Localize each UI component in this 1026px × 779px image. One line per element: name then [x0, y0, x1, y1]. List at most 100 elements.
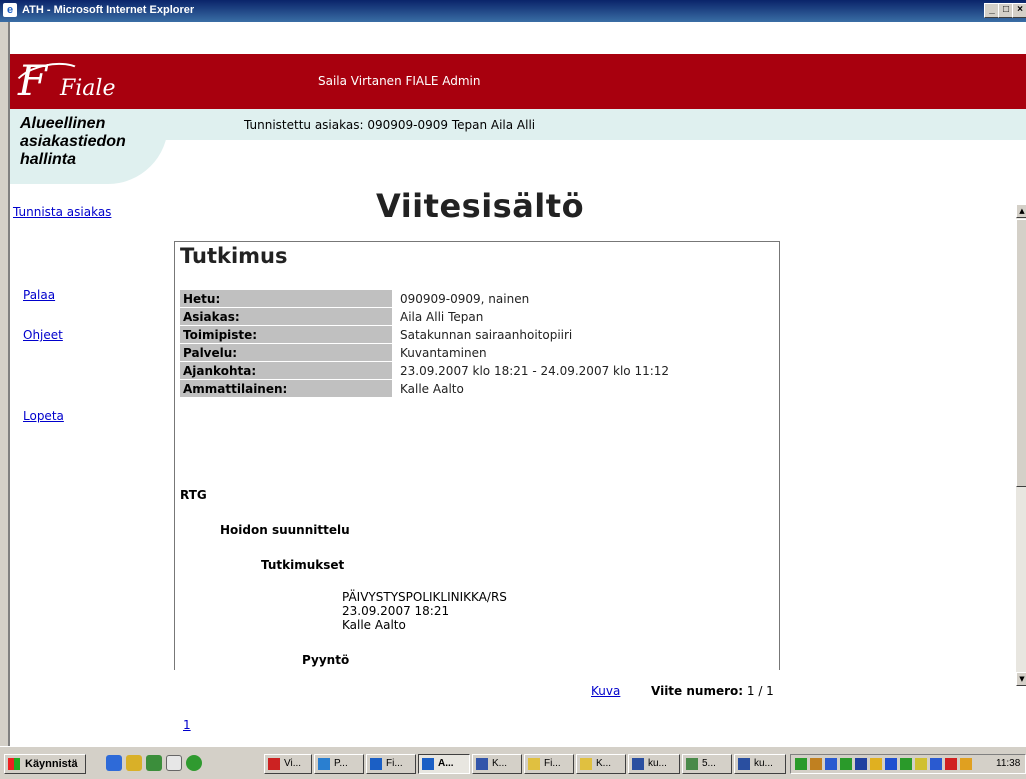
tray-icon[interactable] — [870, 758, 882, 770]
tray-icon[interactable] — [930, 758, 942, 770]
report-info-table: Hetu: 090909-0909, nainen Asiakas: Aila Al… — [180, 290, 672, 398]
info-value: Kuvantaminen — [400, 345, 487, 360]
table-row: Palvelu: Kuvantaminen — [180, 343, 672, 362]
app-icon — [268, 758, 280, 770]
start-label: Käynnistä — [25, 758, 78, 770]
scroll-down-arrow-icon[interactable]: ▼ — [1016, 672, 1026, 686]
identify-customer-link[interactable]: Tunnista asiakas — [13, 205, 111, 219]
help-link[interactable]: Ohjeet — [23, 328, 63, 342]
task-label: P... — [334, 758, 348, 769]
info-value: 23.09.2007 klo 18:21 - 24.09.2007 klo 11… — [400, 363, 670, 378]
tray-icon[interactable] — [885, 758, 897, 770]
entry-author: Kalle Aalto — [342, 618, 406, 632]
word-icon — [738, 758, 750, 770]
task-button[interactable]: P... — [314, 754, 364, 774]
info-label: Ajankohta: — [180, 361, 392, 380]
region-line-3: hallinta — [20, 151, 77, 168]
tray-icon[interactable] — [825, 758, 837, 770]
task-button[interactable]: Vi... — [264, 754, 312, 774]
task-button[interactable]: ku... — [628, 754, 680, 774]
task-button[interactable]: Fi... — [524, 754, 574, 774]
quit-link[interactable]: Lopeta — [23, 409, 64, 423]
header-banner: F Fiale Saila Virtanen FIALE Admin — [10, 54, 1026, 110]
info-value: Aila Alli Tepan — [400, 309, 484, 324]
table-row: Asiakas: Aila Alli Tepan — [180, 307, 672, 326]
scroll-thumb[interactable] — [1016, 219, 1026, 487]
folder-icon — [528, 758, 540, 770]
folder-icon — [580, 758, 592, 770]
reference-value: 1 / 1 — [746, 684, 774, 698]
media-quicklaunch-icon[interactable] — [166, 755, 182, 771]
report-title: Tutkimus — [180, 244, 288, 268]
task-button[interactable]: Fi... — [366, 754, 416, 774]
request-heading: Pyyntö — [302, 653, 350, 667]
tray-icon[interactable] — [810, 758, 822, 770]
app-icon — [686, 758, 698, 770]
app-icon — [318, 758, 330, 770]
info-value: Satakunnan sairaanhoitopiiri — [400, 327, 573, 342]
entry-datetime: 23.09.2007 18:21 — [342, 604, 450, 618]
page-content: F Fiale Saila Virtanen FIALE Admin Tunni… — [8, 22, 1026, 746]
image-link[interactable]: Kuva — [591, 684, 620, 698]
task-label: Fi... — [386, 758, 403, 769]
reference-label: Viite numero: — [651, 684, 744, 698]
calendar-quicklaunch-icon[interactable] — [146, 755, 162, 771]
logo-initial: F — [18, 56, 48, 105]
task-button[interactable]: K... — [576, 754, 626, 774]
app-icon — [476, 758, 488, 770]
task-label: K... — [492, 758, 508, 769]
task-label: K... — [596, 758, 612, 769]
examinations-heading: Tutkimukset — [261, 558, 345, 572]
task-button-active[interactable]: A... — [418, 754, 470, 774]
start-button[interactable]: Käynnistä — [4, 754, 86, 774]
region-title: Alueellinen asiakastiedon hallinta — [20, 115, 126, 169]
task-button[interactable]: K... — [472, 754, 522, 774]
task-label: ku... — [648, 758, 667, 769]
info-label: Ammattilainen: — [180, 379, 392, 398]
table-row: Toimipiste: Satakunnan sairaanhoitopiiri — [180, 325, 672, 344]
info-value: 090909-0909, nainen — [400, 291, 530, 306]
page-1-link[interactable]: 1 — [183, 718, 191, 732]
entry-block: PÄIVYSTYSPOLIKLINIKKA/RS 23.09.2007 18:2… — [342, 590, 507, 632]
clinic-name: PÄIVYSTYSPOLIKLINIKKA/RS — [342, 590, 507, 604]
window-titlebar[interactable]: e ATH - Microsoft Internet Explorer _ □ … — [0, 0, 1026, 22]
vertical-scrollbar[interactable]: ▲ ▼ — [1016, 204, 1026, 686]
task-label: ku... — [754, 758, 773, 769]
region-line-1: Alueellinen — [20, 115, 106, 132]
logo-text: Fiale — [60, 76, 116, 101]
info-label: Asiakas: — [180, 307, 392, 326]
window-title: ATH - Microsoft Internet Explorer — [22, 4, 195, 16]
app-icon — [422, 758, 434, 770]
info-label: Hetu: — [180, 290, 392, 308]
language-icon[interactable] — [855, 758, 867, 770]
task-button[interactable]: 5... — [682, 754, 732, 774]
back-link[interactable]: Palaa — [23, 288, 55, 302]
info-value: Kalle Aalto — [400, 381, 464, 396]
search-quicklaunch-icon[interactable] — [126, 755, 142, 771]
tray-icon[interactable] — [900, 758, 912, 770]
report-frame: Tutkimus Hetu: 090909-0909, nainen Asiaka… — [174, 241, 780, 670]
tray-icon[interactable] — [945, 758, 957, 770]
task-label: A... — [438, 758, 454, 769]
region-box: Alueellinen asiakastiedon hallinta — [10, 109, 168, 184]
task-button[interactable]: ku... — [734, 754, 786, 774]
tray-icon[interactable] — [840, 758, 852, 770]
info-label: Toimipiste: — [180, 325, 392, 344]
taskbar: Käynnistä Vi... P... Fi... A... K... Fi.… — [0, 746, 1026, 779]
table-row: Hetu: 090909-0909, nainen — [180, 290, 672, 308]
ie-icon: e — [3, 3, 17, 17]
tray-icon[interactable] — [915, 758, 927, 770]
tree-quicklaunch-icon[interactable] — [186, 755, 202, 771]
rtg-heading: RTG — [180, 488, 207, 502]
tray-icon[interactable] — [795, 758, 807, 770]
identified-customer: Tunnistettu asiakas: 090909-0909 Tepan A… — [244, 118, 536, 132]
region-line-2: asiakastiedon — [20, 133, 126, 150]
care-planning-heading: Hoidon suunnittelu — [220, 523, 350, 537]
logged-in-user: Saila Virtanen FIALE Admin — [318, 74, 481, 88]
tray-icon[interactable] — [960, 758, 972, 770]
close-button[interactable]: × — [1012, 3, 1026, 18]
info-label: Palvelu: — [180, 343, 392, 362]
scroll-up-arrow-icon[interactable]: ▲ — [1016, 204, 1026, 218]
reference-number: Viite numero: 1 / 1 — [651, 684, 774, 698]
ie-quicklaunch-icon[interactable] — [106, 755, 122, 771]
